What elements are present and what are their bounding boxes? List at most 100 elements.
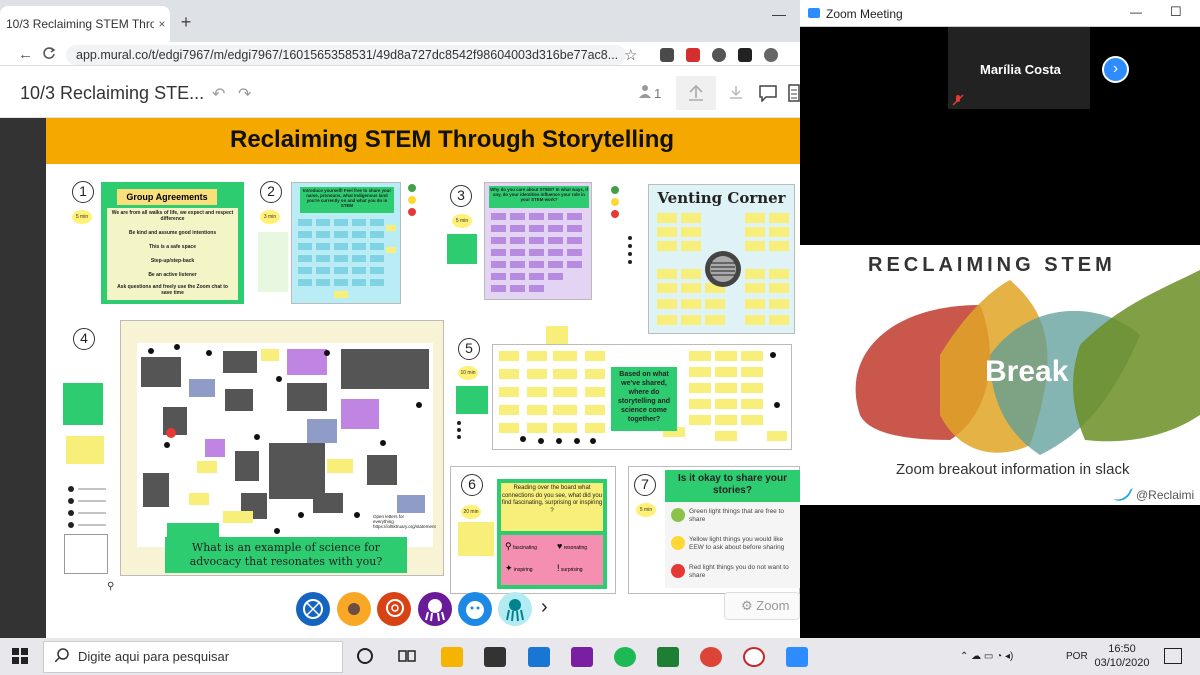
avatar-squid[interactable] <box>498 592 532 626</box>
section-time-6: 20 min <box>461 505 481 519</box>
extension-grid-icon[interactable] <box>660 48 674 62</box>
venting-corner-panel[interactable]: Venting Corner <box>648 184 795 334</box>
why-stem-panel[interactable]: Why do you care about STEM? In what ways… <box>484 182 592 300</box>
participant-name: Marília Costa <box>980 62 1061 77</box>
okay-prompt: Is it okay to share your stories? <box>665 470 800 502</box>
section-time-2: 3 min <box>260 210 280 224</box>
sharing-panel[interactable]: Is it okay to share your stories? Green … <box>665 470 800 588</box>
why-stickies <box>491 213 582 292</box>
undo-icon[interactable]: ↶ <box>212 84 225 104</box>
avatar-pig[interactable] <box>458 592 492 626</box>
zoom-minimize-button[interactable]: — <box>1130 5 1142 19</box>
section-number-6: 6 <box>461 474 483 496</box>
new-tab-button[interactable]: + <box>176 12 196 32</box>
avatar-sunflower[interactable] <box>337 592 371 626</box>
zoom-maximize-button[interactable]: ☐ <box>1170 4 1182 20</box>
green-dot <box>408 184 416 192</box>
store-icon[interactable] <box>484 647 506 667</box>
reflection-panel[interactable]: Reading over the board what connections … <box>497 479 607 589</box>
agreement-line: This is a safe space <box>149 244 196 250</box>
advocacy-key-1 <box>66 484 110 532</box>
extension-square-icon[interactable] <box>738 48 752 62</box>
section-time-5: 10 min <box>458 366 478 380</box>
green-light-text: Green light things that are free to shar… <box>689 508 785 523</box>
chrome-icon[interactable] <box>700 647 722 667</box>
reflection-grid: ⚲ fascinating ♥ resonating ✦ inspiring !… <box>501 535 603 585</box>
extension-circle-icon[interactable] <box>764 48 778 62</box>
why-instructions <box>447 234 477 264</box>
zoom-logo-icon <box>808 8 820 18</box>
calculator-icon[interactable] <box>528 647 550 667</box>
advocacy-key-2 <box>64 534 108 574</box>
advocacy-prompt: What is an example of science for advoca… <box>165 537 407 573</box>
intro-instructions <box>258 232 288 292</box>
group-agreements-panel[interactable]: Group Agreements We are from all walks o… <box>101 182 244 304</box>
outline-icon[interactable] <box>788 84 800 107</box>
download-icon[interactable] <box>728 84 744 105</box>
avatar-snail[interactable] <box>377 592 411 626</box>
task-view-icon[interactable] <box>398 648 416 669</box>
redo-icon[interactable]: ↷ <box>238 84 251 104</box>
inspiring-label: ✦ inspiring <box>505 563 533 573</box>
user-icon[interactable] <box>638 84 652 103</box>
intro-prompt-card: Introduce yourself! Feel free to share y… <box>300 187 394 213</box>
resonating-label: ♥ resonating <box>557 541 588 551</box>
taskbar-clock[interactable]: 16:50 03/10/2020 <box>1094 642 1150 670</box>
green-dot <box>611 186 619 194</box>
canvas-left-edge <box>0 118 46 638</box>
user-count: 1 <box>654 86 662 101</box>
minimize-button[interactable]: — <box>772 6 786 22</box>
green-light-icon <box>671 508 685 522</box>
back-icon[interactable]: ← <box>18 46 33 63</box>
extension-shield-icon[interactable] <box>712 48 726 62</box>
section-time-3: 5 min <box>452 214 472 228</box>
next-participants-button[interactable]: › <box>1102 56 1129 83</box>
comment-icon[interactable] <box>758 84 778 107</box>
scroll-hint-icon: ⚲ <box>107 581 115 592</box>
avatar-turtle[interactable] <box>296 592 330 626</box>
open-letters-note: Open letters for everything https://iol5… <box>373 514 436 529</box>
zoom-control[interactable]: ⚙ Zoom <box>724 592 800 620</box>
intro-stickies <box>298 219 396 298</box>
onenote-icon[interactable] <box>571 647 593 667</box>
share-button[interactable] <box>676 76 716 110</box>
spotify-icon[interactable] <box>614 647 636 667</box>
cortana-icon[interactable] <box>357 648 373 664</box>
language-indicator[interactable]: POR <box>1066 651 1088 662</box>
system-tray-icons[interactable]: ⌃ ☁ ▭ ◔ ◂) <box>960 651 1013 662</box>
avatar-octopus[interactable] <box>418 592 452 626</box>
introductions-panel[interactable]: Introduce yourself! Feel free to share y… <box>291 182 401 304</box>
file-explorer-icon[interactable] <box>441 647 463 667</box>
slide-title: RECLAIMING STEM <box>868 254 1116 276</box>
notifications-icon[interactable] <box>1164 648 1182 664</box>
advocacy-panel[interactable]: Open letters for everything https://iol5… <box>120 320 444 576</box>
storytelling-panel[interactable]: Based on what we've shared, where do sto… <box>492 344 792 450</box>
floating-sticky[interactable] <box>546 326 568 346</box>
excel-icon[interactable] <box>657 647 679 667</box>
why-prompt: Why do you care about STEM? In what ways… <box>490 187 588 202</box>
fascinating-label: ⚲ fascinating <box>505 541 537 551</box>
zoom-app-icon[interactable] <box>786 647 808 667</box>
agreements-title: Group Agreements <box>117 189 217 205</box>
extension-red-icon[interactable] <box>686 48 700 62</box>
close-tab-icon[interactable]: × <box>154 17 170 31</box>
section-number-4: 4 <box>73 328 95 350</box>
story-key <box>456 420 486 440</box>
section-number-5: 5 <box>458 338 480 360</box>
board-title[interactable]: 10/3 Reclaiming STE... <box>20 83 204 104</box>
reload-icon[interactable] <box>42 46 56 64</box>
browser-tab[interactable]: 10/3 Reclaiming STEM Through S × <box>0 6 170 42</box>
url-bar[interactable]: app.mural.co/t/edgi7967/m/edgi7967/16015… <box>66 45 626 65</box>
snipping-icon[interactable] <box>743 647 765 667</box>
section-number-2: 2 <box>260 181 282 203</box>
windows-start-icon[interactable] <box>12 648 28 669</box>
section-time-7: 5 min <box>636 503 656 517</box>
intro-prompt: Introduce yourself! Feel free to share y… <box>302 188 392 208</box>
twitter-bird-icon <box>1112 487 1134 503</box>
venting-title: Venting Corner <box>657 189 786 207</box>
taskbar-search-input[interactable]: Digite aqui para pesquisar <box>43 641 343 673</box>
yellow-dot <box>408 196 416 204</box>
avatars-next-icon[interactable]: › <box>541 596 548 619</box>
advocacy-instructions <box>63 383 103 425</box>
bookmark-star-icon[interactable]: ☆ <box>624 46 637 64</box>
